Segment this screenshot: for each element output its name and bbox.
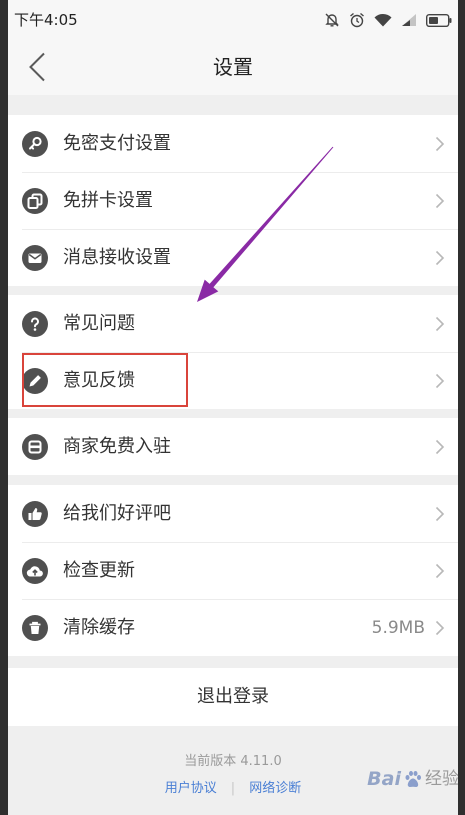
settings-item-message-settings[interactable]: 消息接收设置 [8, 229, 458, 286]
paw-icon [405, 771, 421, 788]
chevron-right-icon [435, 316, 445, 331]
cache-size-value: 5.9MB [371, 617, 425, 638]
message-icon [22, 244, 48, 271]
settings-item-label: 意见反馈 [63, 369, 135, 391]
settings-group-account: 免密支付设置 免拼卡设置 消息接收设置 [8, 115, 458, 286]
alarm-icon [350, 12, 364, 28]
thumbs-up-icon [22, 500, 48, 527]
settings-item-label: 消息接收设置 [63, 246, 171, 268]
status-time: 下午4:05 [14, 11, 78, 29]
settings-item-feedback[interactable]: 意见反馈 [8, 352, 458, 409]
settings-item-label: 免密支付设置 [63, 132, 171, 154]
settings-item-merchant-join[interactable]: 商家免费入驻 [8, 418, 458, 475]
trash-icon [22, 614, 48, 641]
battery-icon [426, 13, 452, 27]
cards-icon [22, 187, 48, 214]
chevron-right-icon [435, 373, 445, 388]
chevron-right-icon [435, 620, 445, 635]
question-icon [22, 310, 48, 337]
network-diagnosis-link[interactable]: 网络诊断 [249, 779, 301, 799]
store-icon [22, 433, 48, 460]
settings-group-help: 常见问题 意见反馈 [8, 295, 458, 409]
mute-icon [325, 13, 339, 27]
settings-item-check-update[interactable]: 检查更新 [8, 542, 458, 599]
settings-item-label: 检查更新 [63, 559, 135, 581]
status-bar: 下午4:05 [8, 0, 458, 40]
nav-header: 设置 [8, 40, 458, 95]
phone-screen: 下午4:05 设置 免密支付设置 免拼卡设置 消息接收设置 常见问题 意见反馈 … [8, 0, 458, 815]
chevron-right-icon [435, 136, 445, 151]
watermark-brand: Bai [367, 768, 401, 790]
chevron-left-icon[interactable] [28, 52, 46, 82]
key-icon [22, 130, 48, 157]
status-icons [324, 12, 452, 28]
logout-label: 退出登录 [197, 686, 269, 707]
chevron-right-icon [435, 563, 445, 578]
wifi-icon [374, 13, 392, 27]
chevron-right-icon [435, 439, 445, 454]
chevron-right-icon [435, 193, 445, 208]
settings-item-faq[interactable]: 常见问题 [8, 295, 458, 352]
settings-item-rate-us[interactable]: 给我们好评吧 [8, 485, 458, 542]
watermark-logo: Bai 经验 [367, 768, 459, 790]
settings-item-label: 商家免费入驻 [63, 435, 171, 457]
cloud-upload-icon [22, 557, 48, 584]
settings-item-group-card[interactable]: 免拼卡设置 [8, 172, 458, 229]
settings-group-merchant: 商家免费入驻 [8, 418, 458, 475]
settings-item-label: 免拼卡设置 [63, 189, 153, 211]
settings-item-label: 清除缓存 [63, 616, 135, 638]
user-agreement-link[interactable]: 用户协议 [165, 779, 217, 799]
settings-item-label: 常见问题 [63, 312, 135, 334]
signal-icon [402, 14, 416, 26]
chevron-right-icon [435, 250, 445, 265]
watermark-product: 经验 [425, 769, 459, 789]
settings-group-app: 给我们好评吧 检查更新 清除缓存 5.9MB [8, 485, 458, 656]
page-title: 设置 [213, 55, 253, 79]
settings-item-clear-cache[interactable]: 清除缓存 5.9MB [8, 599, 458, 656]
chevron-right-icon [435, 506, 445, 521]
settings-item-passwordless-pay[interactable]: 免密支付设置 [8, 115, 458, 172]
pencil-icon [22, 367, 48, 394]
logout-button[interactable]: 退出登录 [8, 668, 458, 726]
link-separator: | [230, 781, 236, 796]
settings-item-label: 给我们好评吧 [63, 502, 171, 524]
